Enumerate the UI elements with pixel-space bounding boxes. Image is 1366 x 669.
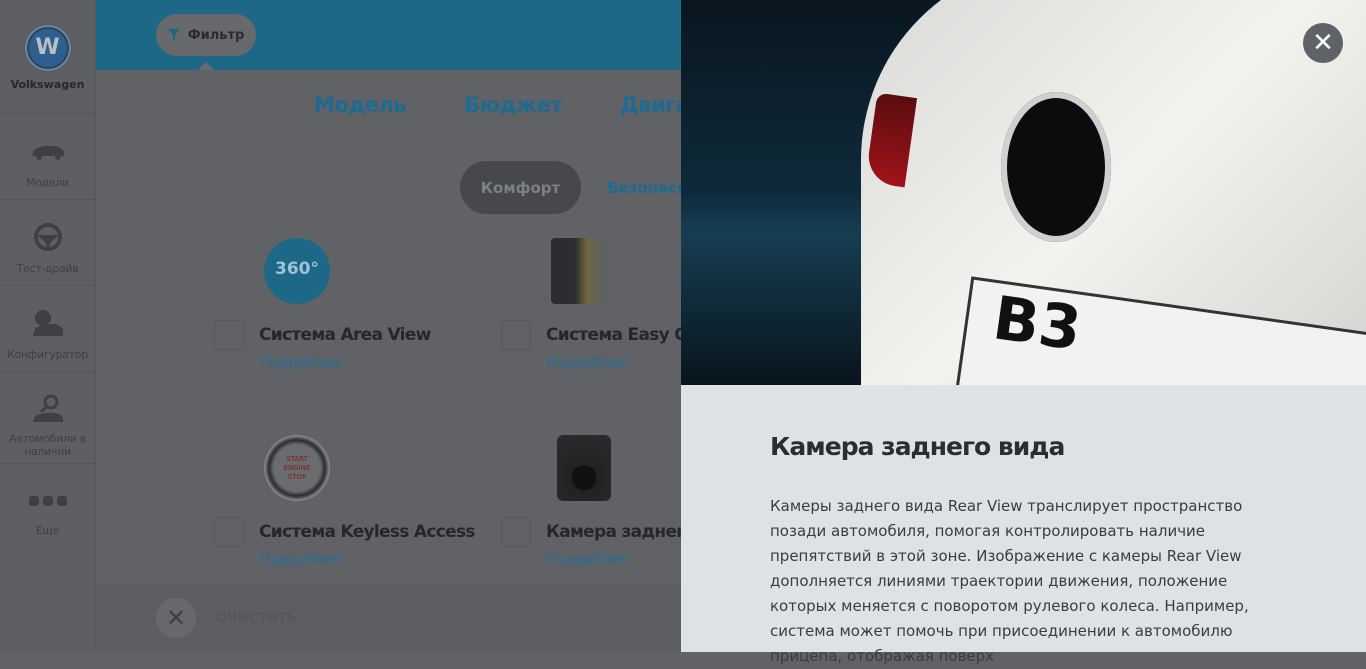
- sidebar-item-test-drive[interactable]: Тест-драйв: [0, 200, 95, 286]
- vw-badge-camera: [1001, 92, 1111, 242]
- feature-photo: B3: [681, 0, 1366, 385]
- car-icon: [0, 136, 95, 166]
- area-view-360-icon: 360°: [264, 238, 330, 304]
- brand-logo[interactable]: W Volkswagen: [0, 0, 95, 114]
- feature-checkbox[interactable]: [501, 517, 531, 547]
- filter-tabs: Модель Бюджет Двигатель: [314, 93, 743, 117]
- sidebar-item-in-stock[interactable]: Автомобили в наличии: [0, 372, 95, 464]
- panel-description: Камеры заднего вида Rear View транслируе…: [770, 497, 1249, 665]
- feature-checkbox[interactable]: [501, 320, 531, 350]
- feature-checkbox[interactable]: [214, 320, 244, 350]
- feature-checkbox[interactable]: [214, 517, 244, 547]
- easy-open-image: [551, 238, 611, 304]
- brand-name: Volkswagen: [10, 78, 85, 91]
- sidebar-item-label: Конфигуратор: [7, 348, 88, 361]
- sidebar-item-configurator[interactable]: Конфигуратор: [0, 286, 95, 372]
- rear-camera-image: [557, 435, 611, 501]
- clear-button[interactable]: ОЧИСТИТЬ: [216, 611, 297, 626]
- filter-footer: ✕ ОЧИСТИТЬ: [96, 584, 681, 652]
- clear-icon[interactable]: ✕: [156, 598, 196, 638]
- close-button[interactable]: ✕: [1303, 23, 1343, 63]
- filter-icon: [167, 29, 180, 41]
- feature-more-link[interactable]: Подробнее: [547, 552, 628, 568]
- tab-budget[interactable]: Бюджет: [464, 93, 562, 117]
- sidebar-item-label: Еще: [35, 524, 60, 537]
- sidebar-item-label: Автомобили в наличии: [9, 432, 86, 458]
- more-dots-icon: [0, 486, 95, 516]
- sidebar: W Volkswagen Модели Тест-драйв Конфигура…: [0, 0, 96, 652]
- header: Фильтр: [96, 0, 681, 70]
- gear-car-icon: [0, 308, 95, 338]
- subtab-comfort[interactable]: Комфорт: [460, 161, 581, 214]
- sidebar-item-label: Тест-драйв: [16, 262, 79, 275]
- feature-detail-panel: B3 ✕ Камера заднего вида Камеры заднего …: [681, 0, 1366, 665]
- feature-more-link[interactable]: Подробнее: [260, 355, 341, 371]
- feature-more-link[interactable]: Подробнее: [547, 355, 628, 371]
- vw-logo-icon: W: [23, 24, 72, 72]
- feature-more-link[interactable]: Подробнее: [260, 552, 341, 568]
- feature-title: Система Keyless Access: [259, 522, 476, 542]
- start-button-icon: START ENGINE STOP: [264, 435, 330, 501]
- sidebar-item-models[interactable]: Модели: [0, 114, 95, 200]
- panel-title: Камера заднего вида: [770, 432, 1065, 461]
- sidebar-item-more[interactable]: Еще: [0, 464, 95, 550]
- filter-button[interactable]: Фильтр: [156, 14, 256, 56]
- feature-title: Система Area View: [259, 325, 431, 345]
- search-car-icon: [0, 394, 95, 424]
- steering-wheel-icon: [0, 222, 95, 252]
- sidebar-item-label: Модели: [26, 176, 69, 189]
- filter-label: Фильтр: [187, 27, 245, 43]
- tab-model[interactable]: Модель: [314, 93, 407, 117]
